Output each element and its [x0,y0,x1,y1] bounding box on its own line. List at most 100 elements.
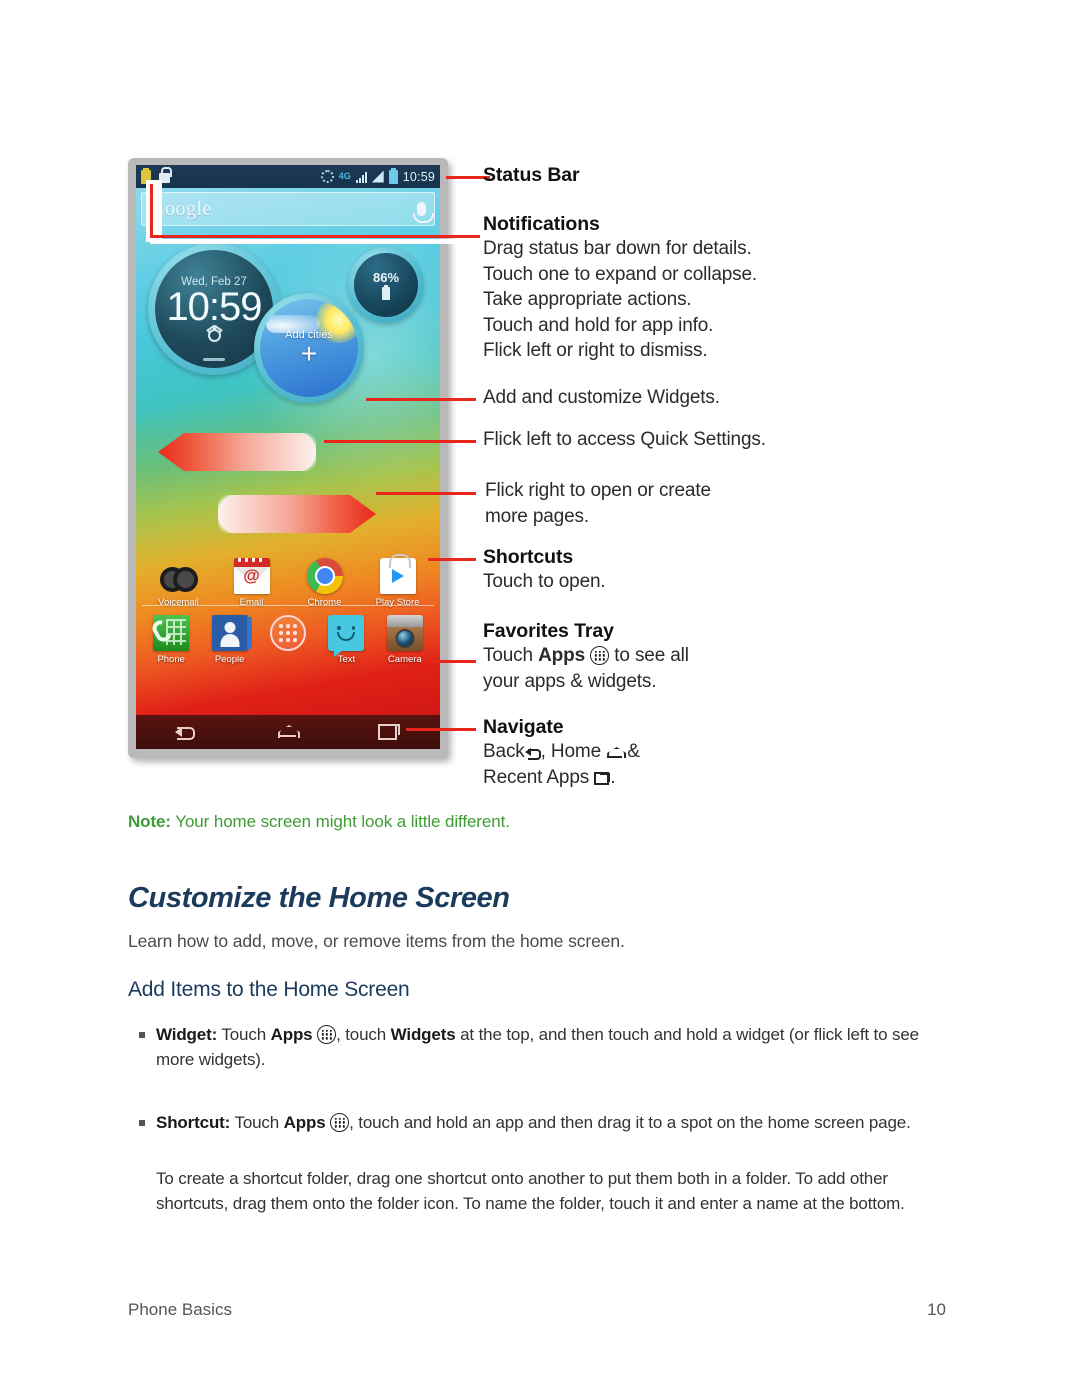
recent-apps-icon [594,771,611,785]
navigate-back-label: Back [483,741,525,762]
note-label: Note: [128,812,171,831]
bullet-pre: Touch [217,1025,271,1044]
shortcut-voicemail[interactable]: Voicemail [148,558,210,608]
bullet-pre: Touch [230,1113,284,1132]
annotation-heading: Navigate [483,716,564,738]
tray-item-label: Camera [387,654,422,665]
back-icon[interactable] [174,723,199,741]
document-page: 4G 10:59 Google Wed, Feb 27 10:59 Add ci… [0,0,1080,1397]
body-paragraph: To create a shortcut folder, drag one sh… [156,1169,905,1213]
flick-right-arrow-callout [218,495,376,533]
bullet-mid: , touch [336,1025,391,1044]
people-icon [211,615,252,651]
bullet-term: Widget: [156,1025,218,1044]
battery-percent-label: 86% [372,270,400,285]
battery-widget-face: 86% [354,253,418,317]
notifications-bracket-white [146,180,162,242]
tray-item-text[interactable]: Text [317,615,375,665]
status-bar-right-icons: 4G 10:59 [320,167,435,184]
annotation-heading: Notifications [483,213,600,235]
favorites-post: to see all [609,645,689,666]
tray-item-camera[interactable]: Camera [376,615,434,665]
camera-icon [386,615,423,651]
add-city-plus-icon[interactable]: + [301,340,317,368]
phone-icon [149,615,190,651]
flick-left-arrow-callout [158,433,316,471]
battery-widget[interactable]: 86% [348,247,424,323]
battery-icon [382,285,390,300]
home-icon[interactable] [276,723,300,741]
google-search-widget[interactable]: Google [141,192,435,226]
annotation-status-bar: Status Bar [483,164,580,187]
annotation-more-pages: Flick right to open or create more pages… [485,478,711,529]
favorites-pre: Touch [483,645,539,666]
footer-section-label: Phone Basics [128,1300,232,1319]
status-bar: 4G 10:59 [136,165,440,188]
annotation-line: Flick left to access Quick Settings. [483,429,766,450]
shortcut-email[interactable]: @ Email [221,558,283,608]
tray-item-phone[interactable]: Phone [142,615,200,665]
annotation-line: Take appropriate actions. [483,289,692,310]
list-item: Shortcut: Touch Apps , touch and hold an… [128,1110,946,1135]
battery-icon [388,167,398,184]
annotation-line: Touch and hold for app info. [483,314,714,336]
annotation-line: your apps & widgets. [483,670,657,692]
clock-widget-underline [203,358,225,361]
favorites-tray: Phone People Text Camera [136,615,440,665]
annotation-line-navigate-1: Back, Home & [483,741,640,762]
navigate-home-label: Home [550,741,601,762]
bullet-list: Widget: Touch Apps , touch Widgets at th… [128,1022,946,1158]
tray-item-people[interactable]: People [200,615,258,665]
annotation-line: Add and customize Widgets. [483,387,720,408]
annotation-line: more pages. [485,505,589,527]
alarm-clock-icon [207,329,221,342]
tray-item-apps[interactable] [259,615,317,665]
chrome-icon [306,558,343,594]
bullet-term: Shortcut: [156,1113,231,1132]
email-icon: @ [233,558,270,594]
annotation-heading: Shortcuts [483,546,574,568]
leader-line-widgets [366,398,476,401]
leader-line-navigate [406,728,476,731]
list-item: Widget: Touch Apps , touch Widgets at th… [128,1022,946,1072]
tray-item-label: Phone [157,654,185,665]
subsection-heading: Add Items to the Home Screen [128,978,410,1001]
apps-icon [590,646,610,665]
bullet-bold2: Widgets [390,1025,456,1044]
section-heading: Customize the Home Screen [128,882,510,914]
page-footer: Phone Basics 10 [128,1300,946,1320]
annotated-home-screen-figure: 4G 10:59 Google Wed, Feb 27 10:59 Add ci… [128,158,968,798]
annotation-favorites-tray: Favorites Tray Touch Apps to see all you… [483,620,689,694]
shortcut-label: Email [239,597,264,608]
apps-icon [330,1113,350,1132]
phone-device-mockup: 4G 10:59 Google Wed, Feb 27 10:59 Add ci… [128,158,448,758]
shortcut-label: Chrome [307,597,342,608]
bullet-apps-bold: Apps [283,1113,326,1132]
apps-icon [270,615,307,651]
bullet-apps-bold: Apps [270,1025,313,1044]
annotation-line: Touch one to expand or collapse. [483,263,758,285]
status-bar-clock: 10:59 [402,169,435,184]
annotation-line: Flick right to open or create [485,480,711,501]
leader-line-favorites-tray [428,660,476,663]
shortcut-play-store[interactable]: Play Store [367,554,429,608]
annotation-heading: Favorites Tray [483,620,614,642]
leader-line-shortcuts [428,558,476,561]
network-4g-label: 4G [338,171,351,181]
annotation-line-favorites: Touch Apps to see all [483,643,689,669]
navigate-ampersand: & [627,741,640,762]
favorites-apps-bold: Apps [538,645,585,666]
note-text: Your home screen might look a little dif… [170,812,510,831]
footer-page-number: 10 [927,1300,946,1319]
sync-icon [320,170,334,183]
leader-line-quick-settings [324,440,476,443]
notifications-bracket-white-h [150,239,480,244]
annotation-shortcuts: Shortcuts Touch to open. [483,546,606,595]
annotation-quick-settings: Flick left to access Quick Settings. [483,427,766,453]
recent-apps-icon[interactable] [377,723,401,741]
bullet-mid: , touch and hold an app and then drag it… [349,1113,911,1132]
shortcut-chrome[interactable]: Chrome [294,558,356,608]
annotation-widgets: Add and customize Widgets. [483,385,720,411]
microphone-icon[interactable] [413,202,434,223]
annotation-line: Touch to open. [483,571,606,592]
